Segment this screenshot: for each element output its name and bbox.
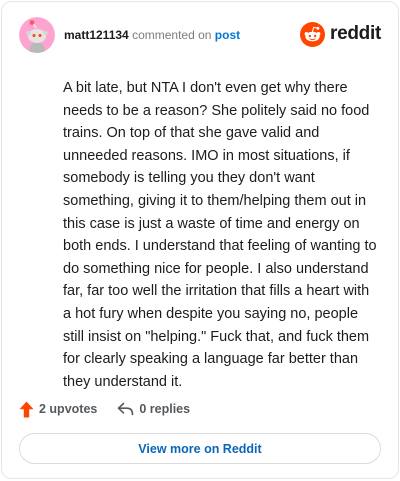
avatar[interactable] — [19, 17, 55, 53]
reddit-logo-icon — [300, 21, 326, 47]
reply-arrow-icon — [118, 402, 134, 416]
comment-meta: matt121134 commented on post — [64, 27, 240, 43]
comment-embed-card: matt121134 commented on post reddit A bi… — [1, 1, 399, 479]
snoo-avatar-icon — [19, 17, 55, 53]
upvote-arrow-icon — [19, 401, 34, 417]
reply-count: 0 replies — [139, 402, 191, 416]
post-link[interactable]: post — [215, 28, 240, 42]
upvote-count: 2 upvotes — [39, 402, 98, 416]
comment-body: A bit late, but NTA I don't even get why… — [63, 80, 377, 390]
commented-on-text: commented on — [132, 28, 212, 42]
comment-header: matt121134 commented on post reddit — [19, 17, 381, 53]
comment-actions: 2 upvotes 0 replies — [19, 398, 190, 420]
reddit-brand[interactable]: reddit — [300, 21, 381, 47]
view-more-button[interactable]: View more on Reddit — [19, 433, 381, 464]
replies-button[interactable]: 0 replies — [117, 402, 190, 416]
upvote-button[interactable]: 2 upvotes — [19, 401, 97, 418]
username[interactable]: matt121134 — [64, 28, 129, 42]
reddit-wordmark: reddit — [330, 23, 381, 44]
